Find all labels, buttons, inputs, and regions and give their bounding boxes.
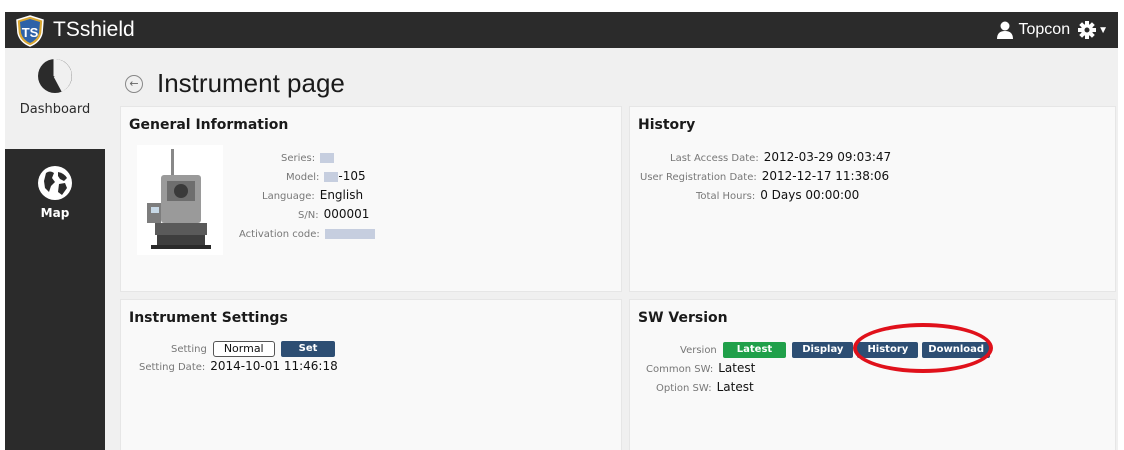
history-panel: History Last Access Date: 2012-03-29 09:… xyxy=(629,106,1116,292)
app-window: TS TSshield Topcon ▼ Dashboard Map ← Ins… xyxy=(5,12,1118,450)
panel-title: Instrument Settings xyxy=(129,310,288,326)
sidebar-item-label: Dashboard xyxy=(19,102,91,117)
user-menu[interactable]: Topcon ▼ xyxy=(996,12,1108,48)
instrument-settings-panel: Instrument Settings Setting Normal Set S… xyxy=(120,299,622,450)
display-button[interactable]: Display xyxy=(792,342,854,358)
globe-icon xyxy=(38,166,72,200)
sn-label: S/N: xyxy=(298,210,319,221)
set-button[interactable]: Set xyxy=(280,341,336,357)
option-sw-row: Option SW: Latest xyxy=(656,380,754,394)
common-sw-row: Common SW: Latest xyxy=(646,361,755,375)
version-label: Version xyxy=(680,344,717,356)
option-sw-label: Option SW: xyxy=(656,383,712,394)
panel-title: History xyxy=(638,117,696,133)
sn-value: 000001 xyxy=(323,207,370,221)
general-information-panel: General Information Series: Model: -105 … xyxy=(120,106,622,292)
latest-badge: Latest xyxy=(722,342,787,358)
series-row: Series: xyxy=(281,150,335,164)
common-sw-value: Latest xyxy=(718,361,756,375)
registration-value: 2012-12-17 11:38:06 xyxy=(761,169,890,183)
last-access-value: 2012-03-29 09:03:47 xyxy=(763,150,892,164)
language-label: Language: xyxy=(262,191,315,202)
sn-row: S/N: 000001 xyxy=(298,207,369,221)
series-label: Series: xyxy=(281,153,316,164)
panel-title: General Information xyxy=(129,117,289,133)
option-sw-value: Latest xyxy=(716,380,754,394)
activation-label: Activation code: xyxy=(239,229,320,240)
tsshield-logo: TS xyxy=(16,15,44,47)
sidebar-item-label: Map xyxy=(40,206,70,220)
series-value xyxy=(320,150,335,164)
total-hours-row: Total Hours: 0 Days 00:00:00 xyxy=(696,188,859,202)
sidebar-item-map[interactable]: Map xyxy=(5,160,105,240)
download-highlight-annotation xyxy=(853,323,993,373)
last-access-label: Last Access Date: xyxy=(670,153,759,164)
page-header: ← Instrument page xyxy=(125,68,345,99)
setting-row: Setting Normal Set xyxy=(171,341,336,357)
language-value: English xyxy=(319,188,364,202)
model-value: -105 xyxy=(324,169,366,183)
activation-row: Activation code: xyxy=(239,226,375,240)
user-name[interactable]: Topcon xyxy=(1019,21,1071,39)
model-row: Model: -105 xyxy=(281,169,366,183)
top-bar: TS TSshield Topcon ▼ xyxy=(5,12,1118,48)
registration-row: User Registration Date: 2012-12-17 11:38… xyxy=(640,169,889,183)
total-hours-value: 0 Days 00:00:00 xyxy=(760,188,860,202)
last-access-row: Last Access Date: 2012-03-29 09:03:47 xyxy=(670,150,891,164)
logo-text: TS xyxy=(22,25,39,40)
gear-icon[interactable] xyxy=(1078,21,1097,39)
back-arrow-icon[interactable]: ← xyxy=(125,74,143,93)
model-suffix: -105 xyxy=(338,169,366,183)
total-hours-label: Total Hours: xyxy=(696,191,756,202)
user-icon xyxy=(996,21,1013,39)
pie-chart-icon xyxy=(38,59,72,93)
app-title: TSshield xyxy=(53,18,135,41)
sidebar: Dashboard Map xyxy=(5,48,105,450)
setting-date-value: 2014-10-01 11:46:18 xyxy=(210,359,338,373)
sidebar-item-dashboard[interactable]: Dashboard xyxy=(5,48,105,149)
page-title: Instrument page xyxy=(157,68,345,98)
instrument-image xyxy=(137,145,223,255)
common-sw-label: Common SW: xyxy=(646,364,714,375)
setting-label: Setting xyxy=(171,343,207,355)
panel-title: SW Version xyxy=(638,310,728,326)
settings-caret-icon[interactable]: ▼ xyxy=(1098,25,1108,36)
setting-date-label: Setting Date: xyxy=(139,362,206,373)
activation-value xyxy=(324,226,375,240)
setting-date-row: Setting Date: 2014-10-01 11:46:18 xyxy=(139,359,338,373)
language-row: Language: English xyxy=(262,188,363,202)
sw-version-panel: SW Version Version Latest Display Histor… xyxy=(629,299,1116,450)
model-label: Model: xyxy=(286,172,320,183)
registration-label: User Registration Date: xyxy=(640,172,757,183)
setting-select[interactable]: Normal xyxy=(212,341,275,357)
